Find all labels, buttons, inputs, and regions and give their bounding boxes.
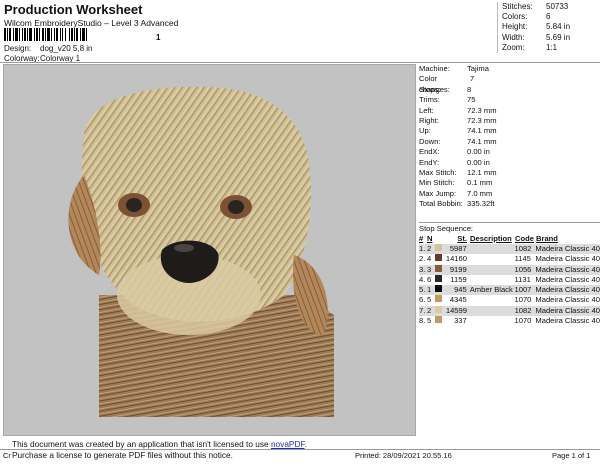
info-row: Left: 72.3 mm xyxy=(419,105,497,115)
color-swatch xyxy=(434,305,442,313)
table-row: 4. 6 1159 1131 Madeira Classic 40 xyxy=(419,274,600,284)
stat-row: Colors: 6 xyxy=(502,12,551,22)
info-row: Machine: Tajima xyxy=(419,64,489,73)
info-row: Trims: 75 xyxy=(419,95,476,105)
design-value: dog_v20 5,8 in xyxy=(40,44,93,53)
barcode-suffix: 1 xyxy=(156,33,161,42)
footer-divider xyxy=(0,449,600,450)
header-divider xyxy=(0,62,600,63)
info-row: EndY: 0.00 in xyxy=(419,157,490,167)
info-row: Min Stitch: 0.1 mm xyxy=(419,178,493,188)
stop-sequence-title: Stop Sequence: xyxy=(419,224,474,233)
info-row: EndX: 0.00 in xyxy=(419,147,490,157)
table-row: 5. 1 945 Amber Black 1007 Madeira Classic 40 xyxy=(419,285,600,296)
stop-sequence-table: Stop Sequence: # N St. Description Code … xyxy=(419,224,600,326)
novapdf-link[interactable]: novaPDF xyxy=(271,439,305,449)
page-title: Production Worksheet xyxy=(4,2,143,17)
footer-left: Cr xyxy=(3,451,11,460)
table-row: 3. 3 9199 1056 Madeira Classic 40 xyxy=(419,264,600,275)
table-row: 2. 4 14160 1145 Madeira Classic 40 xyxy=(419,254,600,264)
color-swatch xyxy=(434,295,442,303)
info-row: Total Bobbin: 335.32ft xyxy=(419,199,495,209)
info-row: Max Stitch: 12.1 mm xyxy=(419,167,497,177)
design-preview xyxy=(3,64,416,436)
info-divider xyxy=(419,222,600,223)
design-stats: Stitches: 50733 Colors: 6 Height: 5.84 in W… xyxy=(497,2,571,54)
info-row: Right: 72.3 mm xyxy=(419,115,497,125)
stat-row: Height: 5.84 in xyxy=(502,22,571,32)
stat-row: Stitches: 50733 xyxy=(502,2,569,11)
table-header: # N St. Description Code Brand xyxy=(419,234,558,243)
info-row: Color changes: 7 xyxy=(419,74,475,94)
barcode xyxy=(4,28,154,41)
info-row: Up: 74.1 mm xyxy=(419,126,497,136)
table-row: 8. 5 337 1070 Madeira Classic 40 xyxy=(419,316,600,326)
color-swatch xyxy=(434,274,442,282)
table-row: 1. 2 5987 1082 Madeira Classic 40 xyxy=(419,244,600,255)
dog-embroidery-image xyxy=(68,86,334,417)
info-row: Stops: 8 xyxy=(419,84,472,94)
color-swatch xyxy=(434,244,442,251)
color-swatch xyxy=(434,264,442,272)
table-row: 6. 5 4345 1070 Madeira Classic 40 xyxy=(419,295,600,305)
software-name: Wilcom EmbroideryStudio – Level 3 Advanc… xyxy=(4,18,179,28)
design-label: Design: xyxy=(4,44,32,53)
printed-timestamp: Printed: 28/09/2021 20.55.16 xyxy=(355,451,452,460)
color-swatch xyxy=(434,316,442,324)
stat-row: Zoom: 1:1 xyxy=(502,42,558,52)
table-row: 7. 2 14599 1082 Madeira Classic 40 xyxy=(419,305,600,317)
stat-row: Width: 5.69 in xyxy=(502,32,571,42)
color-swatch xyxy=(434,254,442,262)
machine-info-panel: Machine: Tajima Color changes: 7 Stops: 8 T… xyxy=(419,64,600,209)
info-row: Max Jump: 7.0 mm xyxy=(419,188,493,198)
page-number: Page 1 of 1 xyxy=(552,451,591,460)
color-swatch xyxy=(434,285,442,293)
info-row: Down: 74.1 mm xyxy=(419,136,497,146)
